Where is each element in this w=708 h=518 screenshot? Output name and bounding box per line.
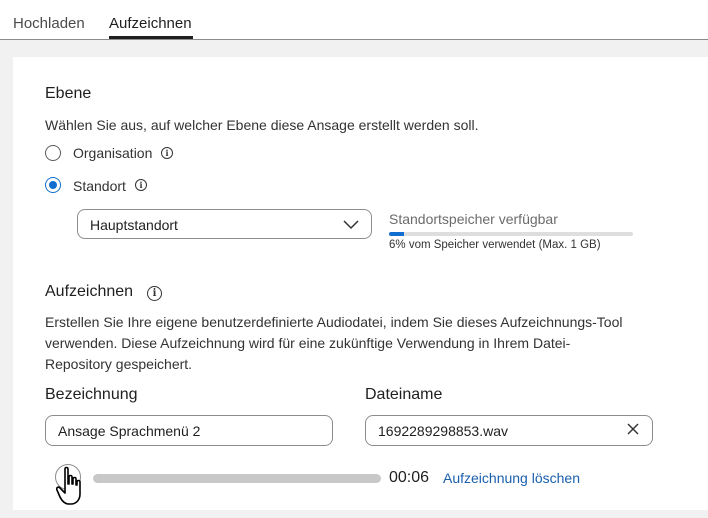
- name-input[interactable]: Ansage Sprachmenü 2: [45, 415, 333, 446]
- filename-input[interactable]: 1692289298853.wav: [365, 415, 653, 446]
- filename-input-value: 1692289298853.wav: [378, 423, 509, 439]
- info-icon[interactable]: i: [135, 179, 147, 191]
- tab-upload[interactable]: Hochladen: [13, 15, 85, 32]
- chevron-down-icon: [343, 220, 359, 230]
- storage-usage-fill: [389, 232, 404, 236]
- recording-duration: 00:06: [389, 469, 430, 486]
- record-description-line-1: Erstellen Sie Ihre eigene benutzerdefini…: [45, 314, 623, 330]
- radio-organisation-label: Organisation: [73, 145, 153, 161]
- name-label: Bezeichnung: [45, 386, 138, 403]
- radio-organisation[interactable]: [45, 145, 61, 161]
- name-input-value: Ansage Sprachmenü 2: [58, 423, 201, 439]
- storage-title: Standortspeicher verfügbar: [389, 211, 558, 227]
- radio-location[interactable]: [45, 177, 61, 193]
- info-icon[interactable]: i: [147, 286, 162, 301]
- active-tab-indicator: [109, 36, 193, 39]
- info-icon[interactable]: i: [161, 147, 173, 159]
- hand-cursor-icon: [56, 466, 81, 505]
- filename-label: Dateiname: [365, 386, 443, 403]
- location-select[interactable]: Hauptstandort: [77, 209, 372, 239]
- close-icon[interactable]: [626, 422, 640, 436]
- tab-bar: Hochladen Aufzeichnen: [0, 0, 708, 40]
- record-description-line-3: Repository gespeichert.: [45, 356, 193, 372]
- delete-recording-link[interactable]: Aufzeichnung löschen: [443, 470, 580, 486]
- recording-progress-bar[interactable]: [93, 474, 381, 483]
- tab-record[interactable]: Aufzeichnen: [109, 15, 192, 32]
- record-title: Aufzeichnen: [45, 283, 134, 300]
- location-select-value: Hauptstandort: [90, 217, 178, 233]
- level-title: Ebene: [45, 85, 92, 102]
- radio-location-label: Standort: [73, 178, 126, 194]
- storage-usage-bar: [389, 232, 633, 236]
- storage-note: 6% vom Speicher verwendet (Max. 1 GB): [389, 239, 601, 251]
- level-description: Wählen Sie aus, auf welcher Ebene diese …: [45, 117, 479, 133]
- record-description-line-2: verwenden. Diese Aufzeichnung wird für e…: [45, 335, 571, 351]
